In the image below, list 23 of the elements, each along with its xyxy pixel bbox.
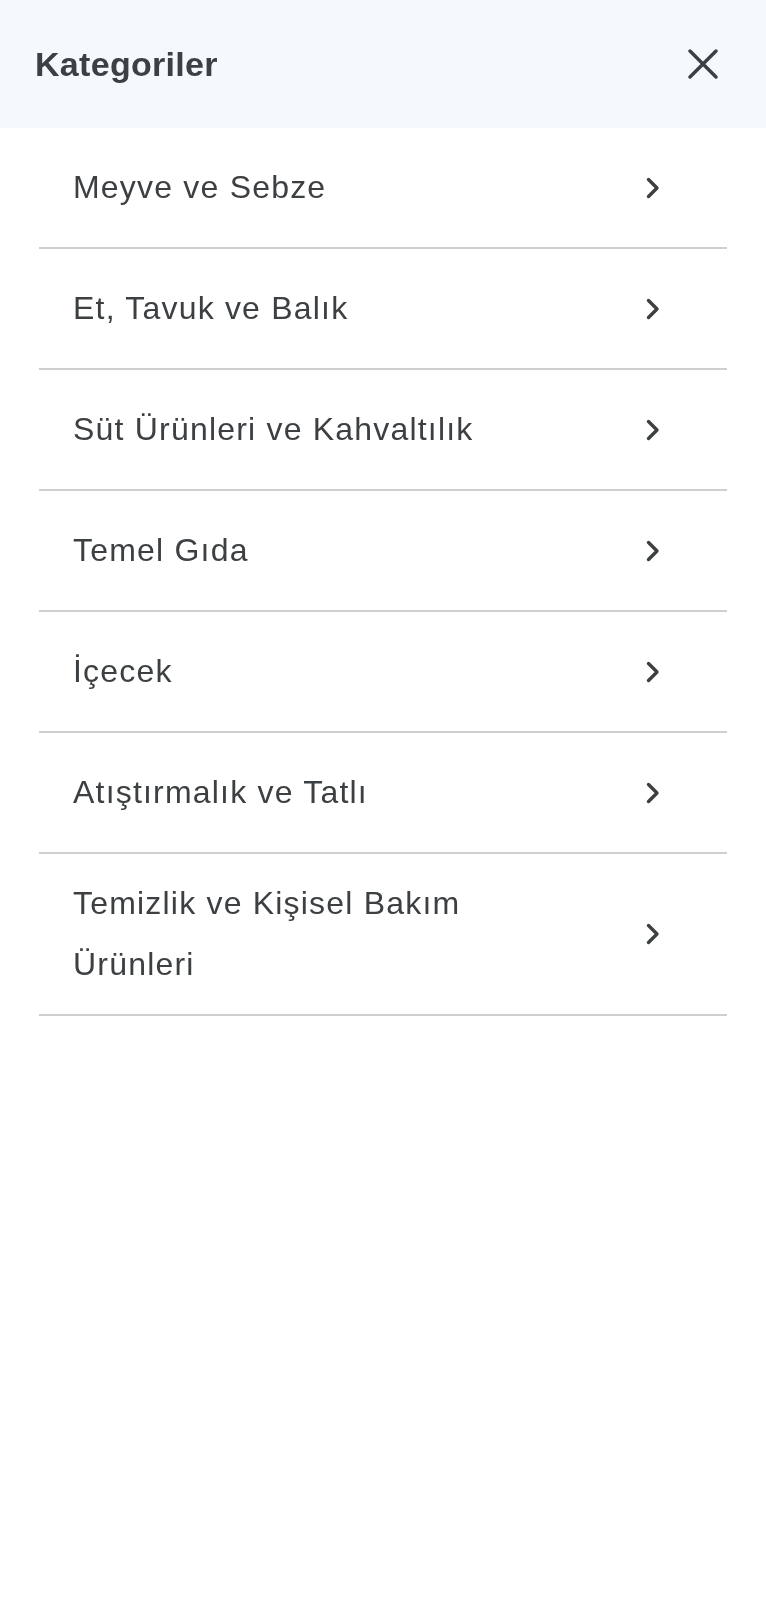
category-label: Süt Ürünleri ve Kahvaltılık [73,410,474,449]
panel-title: Kategoriler [35,43,218,85]
chevron-right-icon [646,539,660,562]
category-label: İçecek [73,652,173,691]
category-item[interactable]: İçecek [39,612,727,733]
category-item[interactable]: Süt Ürünleri ve Kahvaltılık [39,370,727,491]
category-item[interactable]: Temel Gıda [39,491,727,612]
chevron-right-icon [646,781,660,804]
category-item[interactable]: Atıştırmalık ve Tatlı [39,733,727,854]
category-label: Et, Tavuk ve Balık [73,289,349,328]
category-label: Atıştırmalık ve Tatlı [73,773,368,812]
category-item[interactable]: Meyve ve Sebze [39,128,727,249]
category-label: Temizlik ve Kişisel Bakım Ürünleri [73,884,462,984]
close-icon [688,49,718,79]
chevron-right-icon [646,418,660,441]
chevron-right-icon [646,297,660,320]
category-item[interactable]: Et, Tavuk ve Balık [39,249,727,370]
chevron-right-icon [646,923,660,945]
category-label: Meyve ve Sebze [73,168,327,207]
category-item[interactable]: Temizlik ve Kişisel Bakım Ürünleri [39,854,727,1016]
chevron-right-icon [646,176,660,199]
category-label: Temel Gıda [73,531,249,570]
chevron-right-icon [646,660,660,683]
